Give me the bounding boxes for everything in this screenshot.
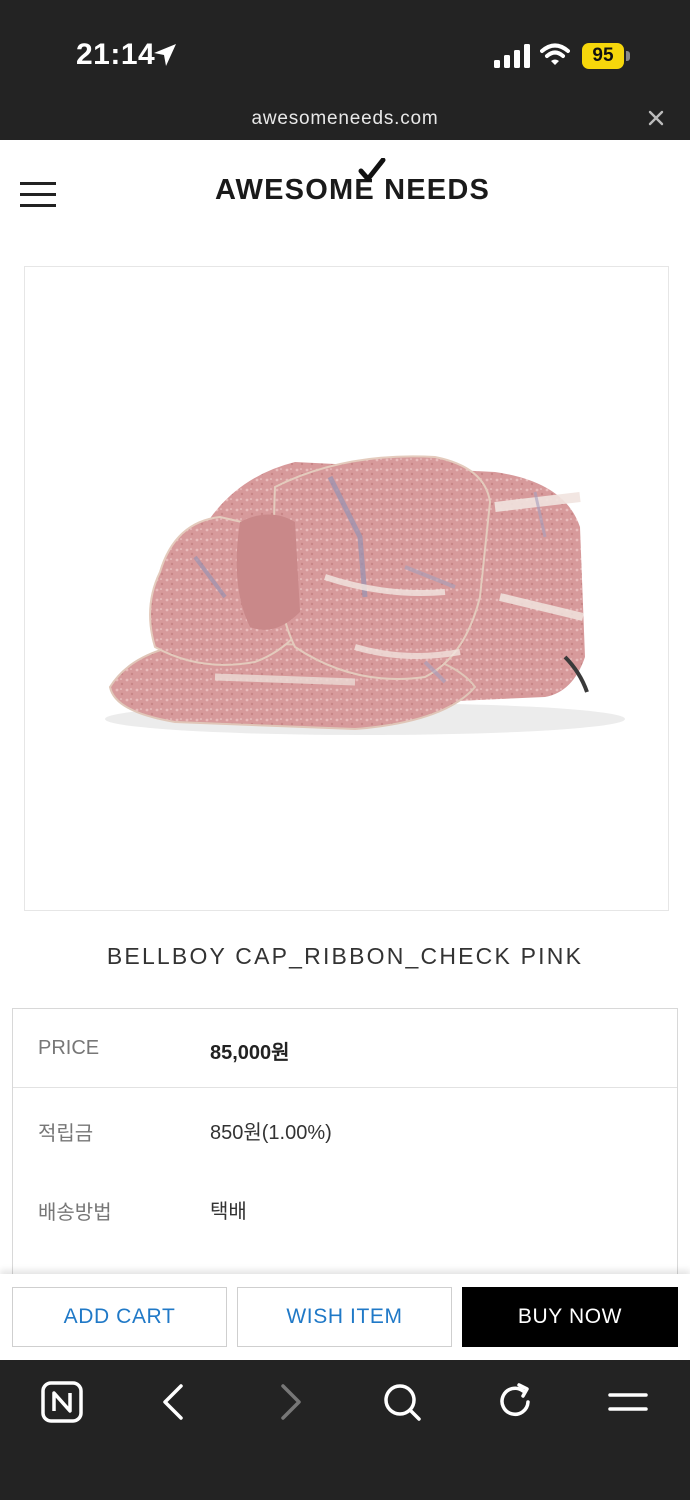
naver-icon[interactable]	[40, 1380, 84, 1424]
status-time: 21:14	[76, 38, 156, 71]
info-row-shipping: 배송방법 택배	[13, 1168, 677, 1247]
cap-illustration	[105, 455, 625, 735]
status-bar: 21:14 95	[0, 0, 690, 100]
action-bar: ADD CART WISH ITEM BUY NOW	[0, 1274, 690, 1360]
site-header: AWESOME NEEDS	[0, 140, 690, 240]
add-cart-button[interactable]: ADD CART	[12, 1287, 227, 1347]
product-name: BELLBOY CAP_RIBBON_CHECK PINK	[106, 943, 584, 969]
browser-toolbar	[0, 1360, 690, 1500]
price-value: 85,000원	[210, 1042, 290, 1064]
shipping-label: 배송방법	[38, 1202, 112, 1224]
reload-icon[interactable]	[493, 1380, 537, 1424]
price-label: PRICE	[38, 1037, 100, 1059]
url-text[interactable]: awesomeneeds.com	[0, 108, 690, 130]
info-row-points: 적립금 850원(1.00%)	[13, 1089, 677, 1168]
url-bar[interactable]: awesomeneeds.com	[0, 100, 690, 140]
wifi-icon	[540, 43, 570, 65]
points-value: 850원(1.00%)	[210, 1122, 332, 1144]
battery-icon: 95	[582, 43, 630, 69]
back-icon[interactable]	[153, 1380, 197, 1424]
product-image[interactable]	[24, 266, 669, 911]
battery-level: 95	[582, 43, 624, 69]
battery-tip	[626, 51, 630, 61]
menu-icon[interactable]	[606, 1380, 650, 1424]
logo-text: AWESOME NEEDS	[215, 174, 491, 206]
wish-item-button[interactable]: WISH ITEM	[237, 1287, 452, 1347]
forward-icon[interactable]	[267, 1380, 311, 1424]
buy-now-button[interactable]: BUY NOW	[462, 1287, 678, 1347]
signal-icon	[494, 44, 530, 68]
search-icon[interactable]	[380, 1380, 424, 1424]
shipping-value: 택배	[210, 1201, 247, 1223]
hamburger-icon[interactable]	[20, 180, 58, 210]
product-info-table: PRICE 85,000원 적립금 850원(1.00%) 배송방법 택배	[12, 1008, 678, 1308]
check-icon	[358, 158, 386, 182]
close-icon[interactable]	[644, 106, 668, 130]
points-label: 적립금	[38, 1123, 94, 1145]
location-arrow-icon	[154, 44, 176, 66]
site-logo[interactable]: AWESOME NEEDS	[215, 158, 489, 208]
info-row-price: PRICE 85,000원	[13, 1009, 677, 1088]
